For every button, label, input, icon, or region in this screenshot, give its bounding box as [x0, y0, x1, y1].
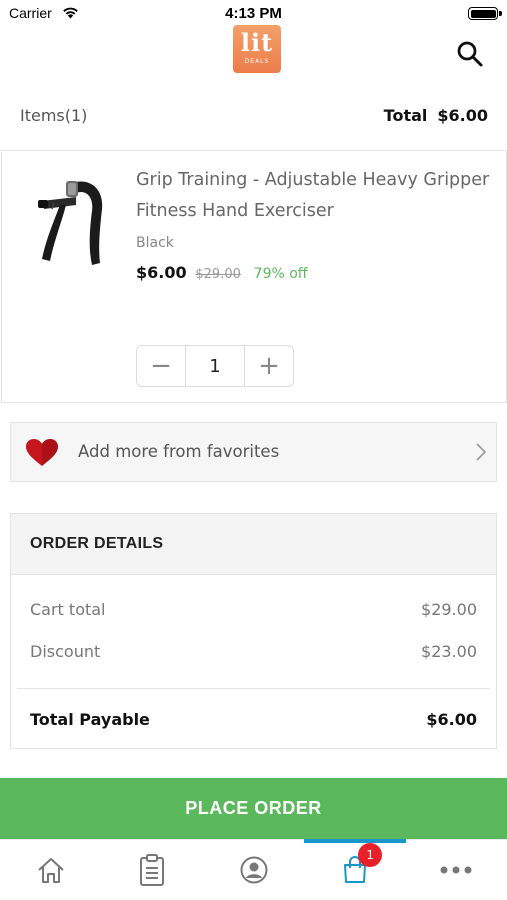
tab-home[interactable] — [0, 840, 101, 900]
cart-total: Total $6.00 — [384, 106, 488, 125]
add-from-favorites-button[interactable]: Add more from favorites — [10, 422, 497, 482]
discount-row: Discount $23.00 — [30, 642, 477, 661]
total-label: Total — [383, 106, 428, 125]
logo-main-text: lit — [240, 28, 274, 57]
more-icon — [440, 866, 472, 874]
favorites-label: Add more from favorites — [78, 442, 280, 461]
status-bar: Carrier 4:13 PM — [0, 0, 507, 26]
tab-cart[interactable]: 1 — [304, 839, 407, 900]
tab-more[interactable] — [406, 840, 507, 900]
place-order-button[interactable]: PLACE ORDER — [0, 778, 507, 839]
decrease-quantity-button[interactable]: − — [137, 346, 185, 386]
total-value: $6.00 — [437, 106, 488, 125]
order-details-card: ORDER DETAILS Cart total $29.00 Discount… — [10, 513, 497, 749]
bottom-tab-bar: 1 — [0, 839, 507, 900]
items-count: Items(1) — [20, 106, 88, 125]
order-divider — [17, 688, 490, 689]
tab-profile[interactable] — [203, 840, 304, 900]
discount-value: $23.00 — [421, 642, 477, 661]
order-details-header: ORDER DETAILS — [11, 514, 496, 575]
increase-quantity-button[interactable]: + — [245, 346, 293, 386]
quantity-value: 1 — [185, 346, 245, 386]
order-details-title: ORDER DETAILS — [30, 535, 164, 552]
chevron-right-icon — [476, 443, 486, 461]
logo-sub-text: DEALS — [244, 58, 270, 65]
cart-total-value: $29.00 — [421, 600, 477, 619]
cart-total-label: Cart total — [30, 600, 106, 619]
total-payable-row: Total Payable $6.00 — [30, 710, 477, 729]
cart-total-row: Cart total $29.00 — [30, 600, 477, 619]
total-payable-label: Total Payable — [30, 710, 150, 729]
total-payable-value: $6.00 — [426, 710, 477, 729]
discount-badge: 79% off — [253, 266, 308, 282]
tab-orders[interactable] — [101, 840, 202, 900]
battery-tip — [499, 11, 502, 16]
orders-icon — [140, 854, 165, 886]
cart-item-card: Grip Training - Adjustable Heavy Gripper… — [1, 150, 507, 403]
original-price: $29.00 — [195, 267, 241, 282]
app-logo[interactable]: lit DEALS — [233, 25, 281, 73]
cart-summary: Items(1) Total $6.00 — [20, 104, 488, 130]
home-icon — [38, 858, 64, 883]
price-row: $6.00 $29.00 79% off — [136, 263, 307, 282]
profile-icon — [240, 856, 268, 884]
heart-icon — [26, 439, 58, 466]
product-image[interactable] — [32, 169, 112, 269]
search-icon[interactable] — [456, 40, 484, 68]
product-price: $6.00 — [136, 263, 187, 282]
battery-icon — [468, 7, 498, 20]
quantity-stepper: − 1 + — [136, 345, 294, 387]
cart-count-badge: 1 — [358, 843, 383, 867]
discount-label: Discount — [30, 642, 101, 661]
product-name[interactable]: Grip Training - Adjustable Heavy Gripper… — [136, 165, 496, 227]
clock: 4:13 PM — [225, 5, 282, 22]
product-variant: Black — [136, 235, 174, 251]
